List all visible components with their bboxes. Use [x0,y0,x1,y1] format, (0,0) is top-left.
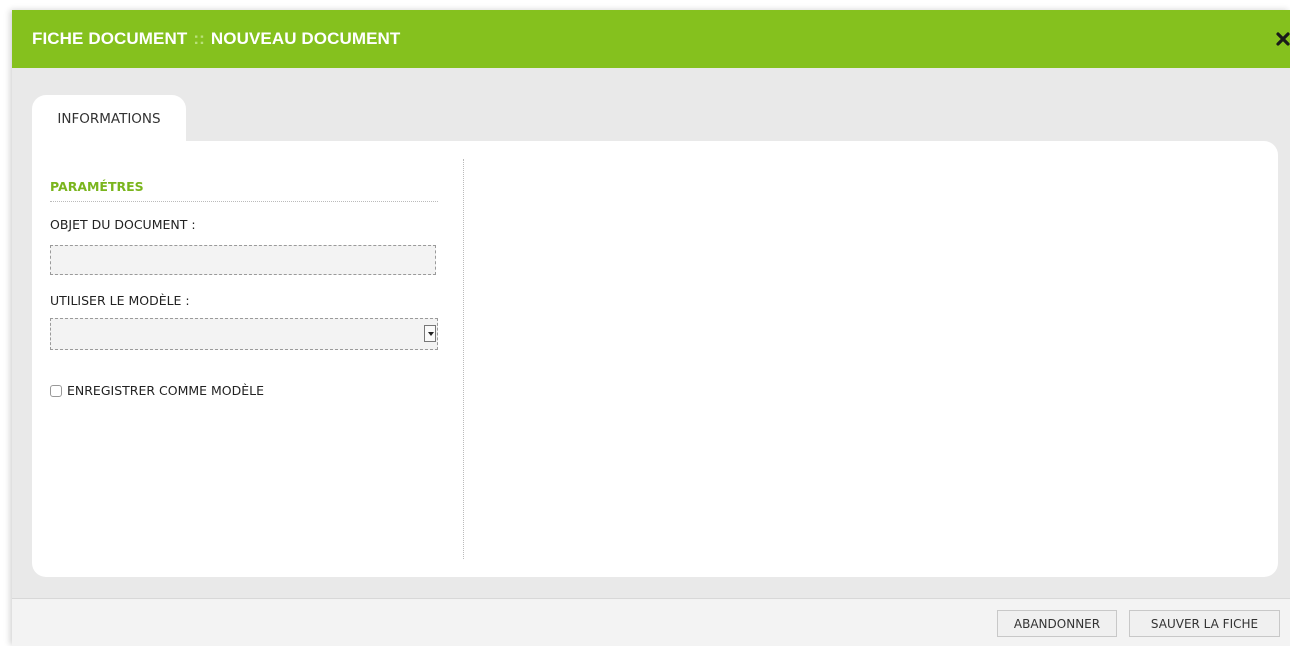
dialog-title-sub: NOUVEAU DOCUMENT [210,29,401,48]
dialog-titlebar: FICHE DOCUMENT:: NOUVEAU DOCUMENT [12,10,1290,68]
chevron-down-icon[interactable] [424,325,436,342]
parameters-column: PARAMÉTRES OBJET DU DOCUMENT : UTILISER … [32,159,464,559]
save-as-template-option[interactable]: ENREGISTRER COMME MODÈLE [50,383,264,398]
object-input[interactable] [50,245,436,275]
tab-panel: PARAMÉTRES OBJET DU DOCUMENT : UTILISER … [32,141,1278,577]
section-divider [50,201,438,202]
dialog-title: FICHE DOCUMENT:: NOUVEAU DOCUMENT [32,29,400,49]
document-dialog: FICHE DOCUMENT:: NOUVEAU DOCUMENT INFORMA… [12,10,1290,646]
save-as-template-label: ENREGISTRER COMME MODÈLE [67,383,265,398]
dialog-title-main: FICHE DOCUMENT [32,29,188,48]
template-select[interactable] [50,318,438,350]
tab-informations[interactable]: INFORMATIONS [32,95,186,143]
section-heading-parameters: PARAMÉTRES [50,179,144,194]
dialog-footer: ABANDONNER SAUVER LA FICHE [12,598,1290,646]
close-icon[interactable] [1276,32,1290,46]
save-as-template-checkbox[interactable] [50,384,62,397]
object-label: OBJET DU DOCUMENT : [50,217,196,232]
template-select-box[interactable] [50,318,438,350]
cancel-button[interactable]: ABANDONNER [997,610,1117,637]
dialog-title-separator: :: [193,29,205,48]
template-label: UTILISER LE MODÈLE : [50,293,190,308]
save-button[interactable]: SAUVER LA FICHE [1129,610,1280,637]
tab-informations-label: INFORMATIONS [57,111,161,127]
